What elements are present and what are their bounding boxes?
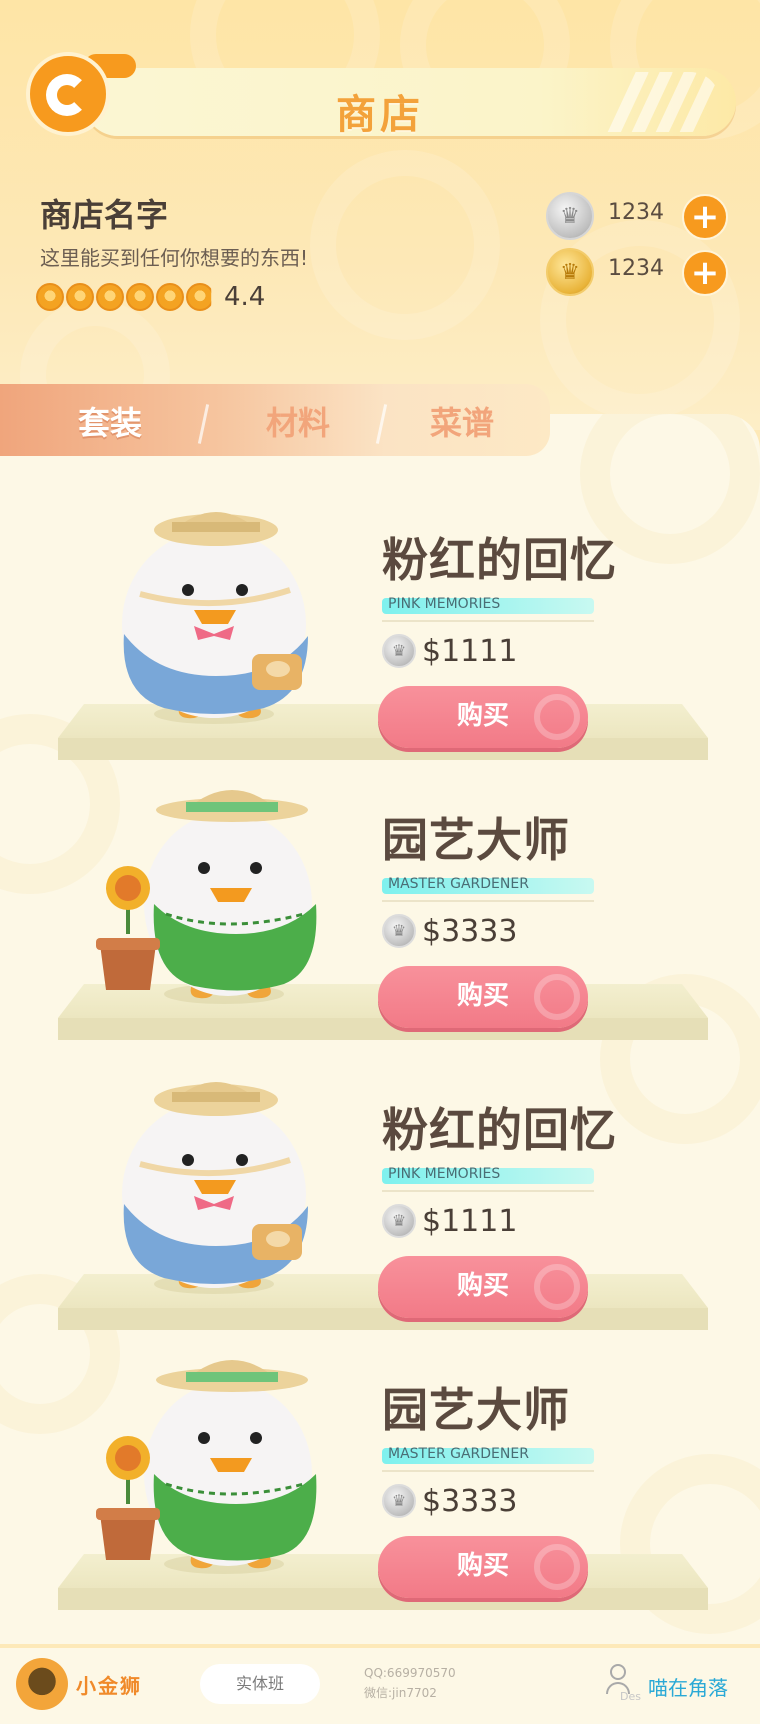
watermark-qq: QQ:669970570 [364, 1666, 456, 1680]
product-name: 粉红的回忆 [382, 1103, 617, 1157]
watermark-tag: 实体班 [200, 1664, 320, 1704]
watermark-brand: 小金狮 [76, 1674, 142, 1698]
product-card: 园艺大师 MASTER GARDENER ♛ $3333 购买 [0, 768, 760, 1048]
product-subtitle: PINK MEMORIES [388, 596, 501, 612]
shop-description: 这里能买到任何你想要的东西! [40, 246, 309, 270]
silver-crown-coin-icon: ♛ [546, 192, 594, 240]
buy-button-label: 购买 [456, 1271, 509, 1301]
watermark-author: 喵在角落 [648, 1676, 728, 1700]
rating-donut-icon [66, 283, 94, 311]
rating-donut-icon [156, 283, 184, 311]
gold-amount: 1234 [608, 256, 664, 281]
page-title: 商店 [336, 92, 424, 138]
product-name: 园艺大师 [382, 1383, 570, 1437]
product-name: 园艺大师 [382, 813, 570, 867]
buy-button-label: 购买 [456, 701, 509, 731]
add-gold-button[interactable]: + [682, 250, 728, 296]
watermark-wechat: 微信:jin7702 [364, 1686, 437, 1700]
gold-crown-coin-icon: ♛ [546, 248, 594, 296]
product-subtitle: MASTER GARDENER [388, 876, 529, 892]
rating-donut-icon [126, 283, 154, 311]
silver-coin-icon: ♛ [382, 1204, 416, 1238]
product-name: 粉红的回忆 [382, 533, 617, 587]
duck-figure-pink-memories [122, 1082, 309, 1294]
product-price: $3333 [422, 1484, 518, 1519]
lion-logo-icon [16, 1658, 68, 1710]
buy-button[interactable]: 购买 [378, 966, 588, 1028]
tab-suits[interactable]: 套装 [58, 398, 162, 442]
tab-recipes[interactable]: 菜谱 [410, 398, 514, 442]
rating-donut-icon [96, 283, 124, 311]
buy-button[interactable]: 购买 [378, 686, 588, 748]
buy-button[interactable]: 购买 [378, 1536, 588, 1598]
rating-donut-half-icon [186, 283, 212, 311]
category-tabs: 套装 材料 菜谱 [0, 384, 564, 464]
duck-figure-master-gardener [96, 790, 317, 1004]
silver-coin-icon: ♛ [382, 914, 416, 948]
duck-figure-pink-memories [122, 512, 309, 724]
product-price: $3333 [422, 914, 518, 949]
duck-figure-master-gardener [96, 1360, 317, 1574]
shop-rating: 4.4 [36, 282, 265, 312]
shop-name: 商店名字 [40, 196, 169, 234]
buy-button-label: 购买 [456, 981, 509, 1011]
silver-coin-icon: ♛ [382, 634, 416, 668]
rating-score: 4.4 [224, 282, 266, 312]
tab-materials[interactable]: 材料 [246, 398, 350, 442]
buy-button-label: 购买 [456, 1551, 509, 1581]
buy-button[interactable]: 购买 [378, 1256, 588, 1318]
product-price: $1111 [422, 634, 518, 669]
silver-currency: ♛ 1234 + [546, 192, 728, 242]
product-card: 粉红的回忆 PINK MEMORIES ♛ $1111 购买 [0, 1058, 760, 1338]
silver-amount: 1234 [608, 200, 664, 225]
watermark-des: Des [620, 1690, 641, 1703]
product-card: 粉红的回忆 PINK MEMORIES ♛ $1111 购买 [0, 488, 760, 768]
watermark-bar: 小金狮 实体班 QQ:669970570 微信:jin7702 Des 喵在角落 [0, 1648, 760, 1724]
add-silver-button[interactable]: + [682, 194, 728, 240]
silver-coin-icon: ♛ [382, 1484, 416, 1518]
product-price: $1111 [422, 1204, 518, 1239]
product-subtitle: PINK MEMORIES [388, 1166, 501, 1182]
product-subtitle: MASTER GARDENER [388, 1446, 529, 1462]
gold-currency: ♛ 1234 + [546, 248, 728, 298]
rating-donut-icon [36, 283, 64, 311]
header: 商店 [24, 50, 736, 138]
product-card: 园艺大师 MASTER GARDENER ♛ $3333 购买 [0, 1338, 760, 1618]
